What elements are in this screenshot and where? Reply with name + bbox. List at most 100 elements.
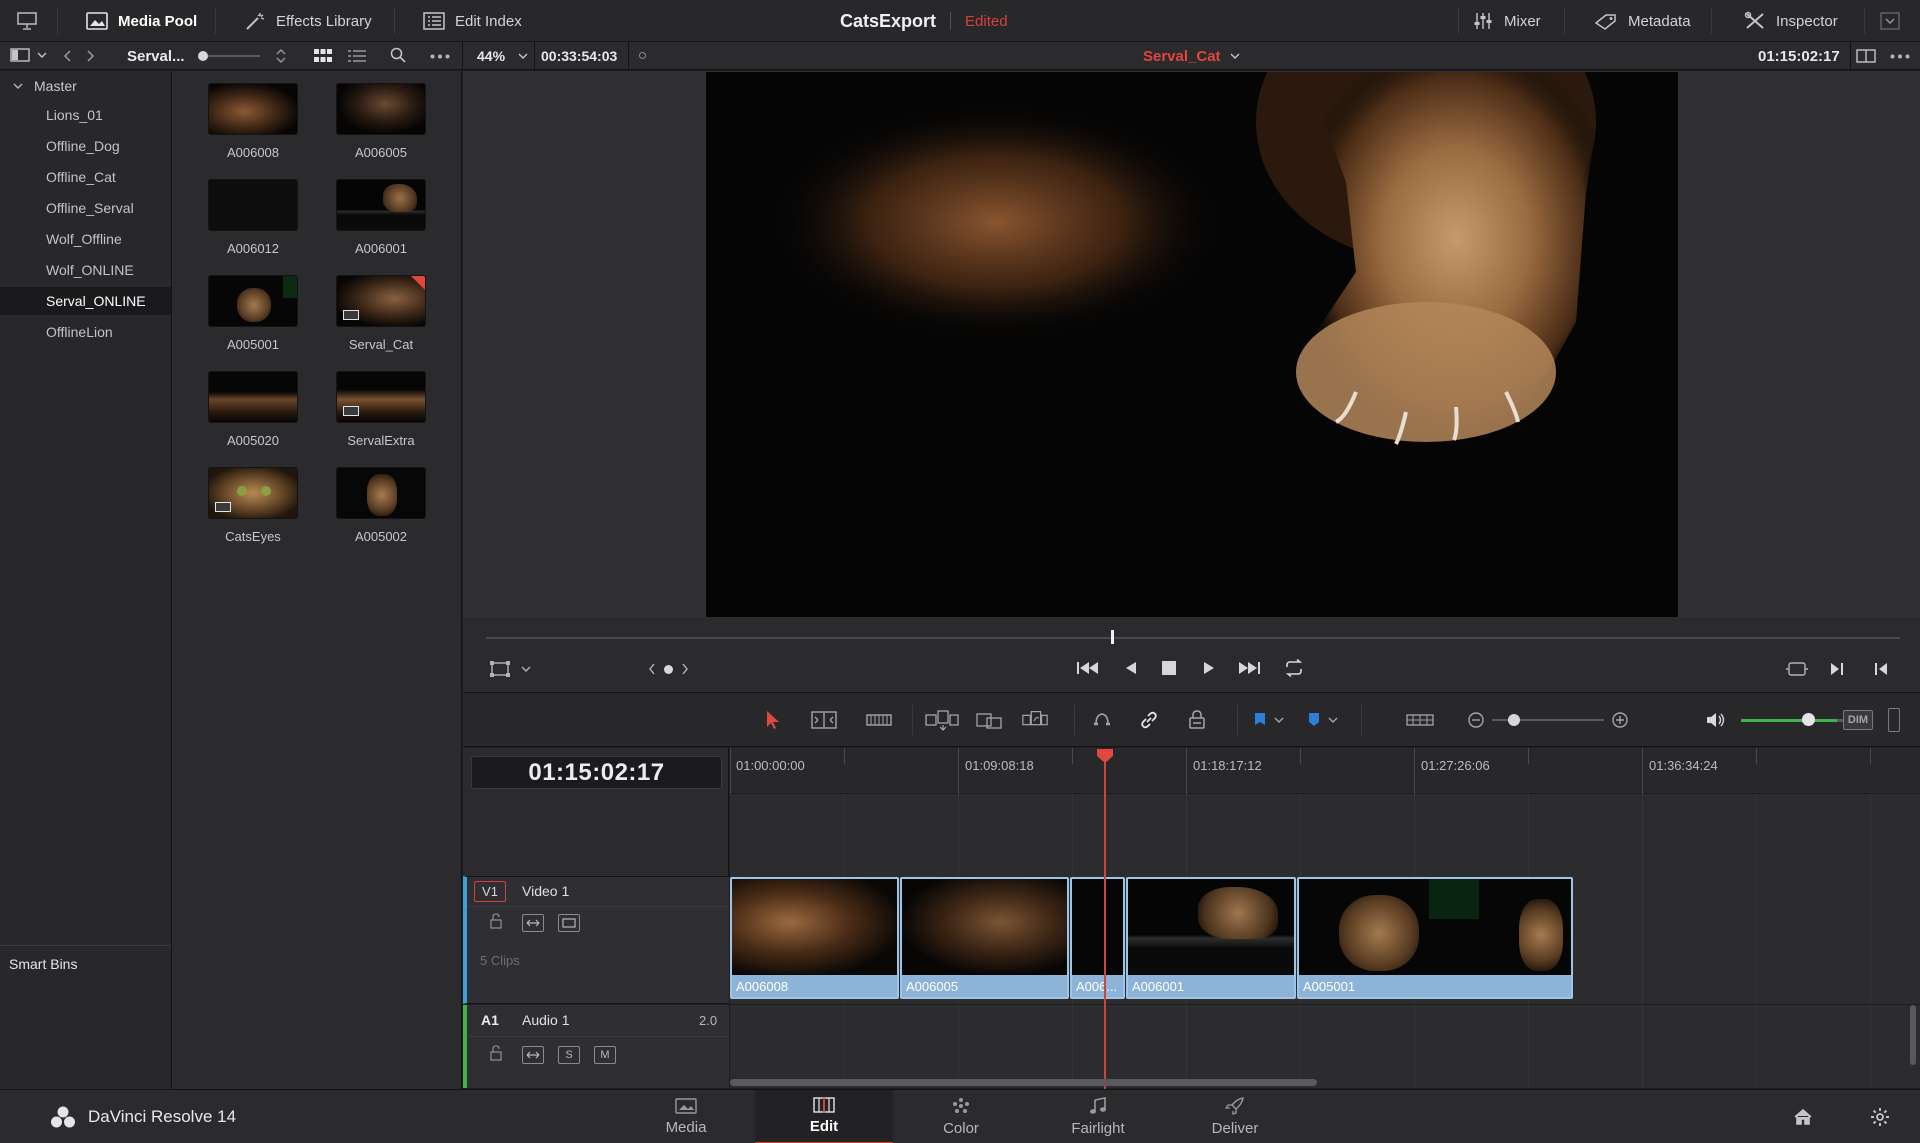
- timeline-clip[interactable]: A006001: [1126, 877, 1296, 999]
- next-edit-icon[interactable]: [1830, 661, 1844, 677]
- nav-back-icon[interactable]: [63, 49, 73, 63]
- loop-icon[interactable]: [1283, 659, 1305, 677]
- volume-slider[interactable]: [1741, 719, 1837, 722]
- more-options-icon[interactable]: [430, 54, 450, 59]
- timeline-clip[interactable]: A006...: [1070, 877, 1125, 999]
- effects-library-button[interactable]: Effects Library: [244, 0, 372, 42]
- selection-tool-icon[interactable]: [759, 707, 787, 733]
- auto-select-icon[interactable]: [522, 1046, 544, 1064]
- thumbnail-size-slider[interactable]: [198, 51, 260, 61]
- gear-icon[interactable]: [1870, 1107, 1890, 1127]
- dim-button[interactable]: DIM: [1843, 710, 1873, 730]
- workspace-icon[interactable]: [16, 0, 38, 42]
- bin-item[interactable]: Offline_Serval: [0, 194, 171, 222]
- home-icon[interactable]: [1793, 1108, 1813, 1126]
- track-visibility-icon[interactable]: [558, 914, 580, 932]
- nav-forward-icon[interactable]: [85, 49, 95, 63]
- media-clip[interactable]: CatsEyes: [207, 467, 299, 544]
- play-icon[interactable]: [1202, 660, 1216, 676]
- timeline-timecode[interactable]: 01:15:02:17: [471, 756, 722, 789]
- media-clip[interactable]: A005002: [335, 467, 427, 544]
- media-clip[interactable]: ServalExtra: [335, 371, 427, 448]
- previous-edit-icon[interactable]: [1874, 661, 1888, 677]
- media-clip[interactable]: A006012: [207, 179, 299, 256]
- viewer-scrub-bar[interactable]: [486, 637, 1900, 639]
- blade-tool-icon[interactable]: [865, 707, 893, 733]
- lock-icon[interactable]: [489, 1045, 503, 1061]
- smart-bins-header[interactable]: Smart Bins: [0, 945, 171, 981]
- mute-button[interactable]: M: [594, 1046, 616, 1064]
- grid-view-icon[interactable]: [314, 49, 332, 63]
- viewer-zoom[interactable]: 44%: [477, 42, 505, 70]
- chevron-down-icon[interactable]: [517, 51, 529, 61]
- viewer-frame[interactable]: [706, 72, 1678, 620]
- page-tab-edit[interactable]: Edit: [755, 1090, 893, 1143]
- overwrite-clip-icon[interactable]: [975, 707, 1003, 733]
- media-clip[interactable]: A005001: [207, 275, 299, 352]
- go-to-start-icon[interactable]: [1076, 660, 1100, 676]
- page-tab-color[interactable]: Color: [892, 1090, 1030, 1143]
- bin-item[interactable]: Wolf_ONLINE: [0, 256, 171, 284]
- edit-index-button[interactable]: Edit Index: [423, 0, 522, 42]
- audio-meter-toggle[interactable]: [1888, 708, 1900, 732]
- clip-name-dropdown[interactable]: Serval_Cat: [1143, 42, 1241, 70]
- media-clip[interactable]: Serval_Cat: [335, 275, 427, 352]
- more-options-icon[interactable]: [1890, 54, 1910, 59]
- media-clip[interactable]: A005020: [207, 371, 299, 448]
- playhead-line[interactable]: [1104, 760, 1106, 1090]
- timeline-clip[interactable]: A006005: [900, 877, 1069, 999]
- timeline-ruler[interactable]: 01:00:00:00 01:09:08:18 01:18:17:12 01:2…: [730, 748, 1920, 794]
- media-pool-button[interactable]: Media Pool: [86, 0, 197, 42]
- zoom-in-icon[interactable]: [1606, 707, 1634, 733]
- volume-handle[interactable]: [1802, 713, 1815, 726]
- bin-item[interactable]: Lions_01: [0, 101, 171, 129]
- timeline-clip[interactable]: A005001: [1297, 877, 1573, 999]
- bin-list-toggle[interactable]: [10, 47, 48, 63]
- viewer-scrub-head[interactable]: [1111, 630, 1114, 644]
- track-destination-a1[interactable]: A1: [481, 1012, 499, 1028]
- inspector-button[interactable]: Inspector: [1744, 0, 1838, 42]
- page-tab-deliver[interactable]: Deliver: [1166, 1090, 1304, 1143]
- panel-expand-button[interactable]: [1880, 0, 1900, 42]
- flag-dropdown[interactable]: [1249, 707, 1289, 733]
- replace-clip-icon[interactable]: [1021, 707, 1049, 733]
- timeline-view-options-icon[interactable]: [1404, 707, 1436, 733]
- solo-button[interactable]: S: [558, 1046, 580, 1064]
- list-view-icon[interactable]: [348, 49, 366, 63]
- bin-item[interactable]: Wolf_Offline: [0, 225, 171, 253]
- linked-selection-icon[interactable]: [1135, 707, 1163, 733]
- playhead-handle[interactable]: [1096, 748, 1114, 764]
- page-tab-media[interactable]: Media: [617, 1090, 755, 1143]
- trim-tool-icon[interactable]: [810, 707, 838, 733]
- marker-dropdown[interactable]: [1303, 707, 1343, 733]
- transform-overlay-button[interactable]: [490, 661, 532, 677]
- stop-icon[interactable]: [1162, 661, 1176, 675]
- timeline-zoom-handle[interactable]: [1508, 714, 1520, 726]
- metadata-button[interactable]: Metadata: [1594, 0, 1691, 42]
- media-clip[interactable]: A006008: [207, 83, 299, 160]
- play-reverse-icon[interactable]: [1124, 660, 1138, 676]
- media-clip[interactable]: A006005: [335, 83, 427, 160]
- go-to-end-icon[interactable]: [1237, 660, 1261, 676]
- match-frame-icon[interactable]: [1786, 661, 1808, 677]
- bin-item-selected[interactable]: Serval_ONLINE: [0, 287, 171, 315]
- audio-track-name[interactable]: Audio 1: [522, 1012, 569, 1028]
- jog-control[interactable]: [648, 663, 689, 675]
- sort-icon[interactable]: [274, 48, 288, 64]
- zoom-out-icon[interactable]: [1462, 707, 1490, 733]
- timeline-clip[interactable]: A006008: [730, 877, 899, 999]
- timeline-horizontal-scrollbar[interactable]: [730, 1079, 1317, 1086]
- bin-item[interactable]: Offline_Dog: [0, 132, 171, 160]
- track-destination-v1[interactable]: V1: [474, 881, 506, 902]
- auto-select-icon[interactable]: [522, 914, 544, 932]
- dual-viewer-icon[interactable]: [1856, 48, 1876, 64]
- bin-item[interactable]: OfflineLion: [0, 318, 171, 346]
- mixer-button[interactable]: Mixer: [1472, 0, 1541, 42]
- page-tab-fairlight[interactable]: Fairlight: [1029, 1090, 1167, 1143]
- video-track-name[interactable]: Video 1: [522, 883, 569, 899]
- lock-icon[interactable]: [489, 913, 503, 929]
- timeline-vertical-scrollbar[interactable]: [1910, 1005, 1916, 1065]
- snapping-icon[interactable]: [1088, 707, 1116, 733]
- speaker-icon[interactable]: [1702, 707, 1730, 733]
- bin-item[interactable]: Offline_Cat: [0, 163, 171, 191]
